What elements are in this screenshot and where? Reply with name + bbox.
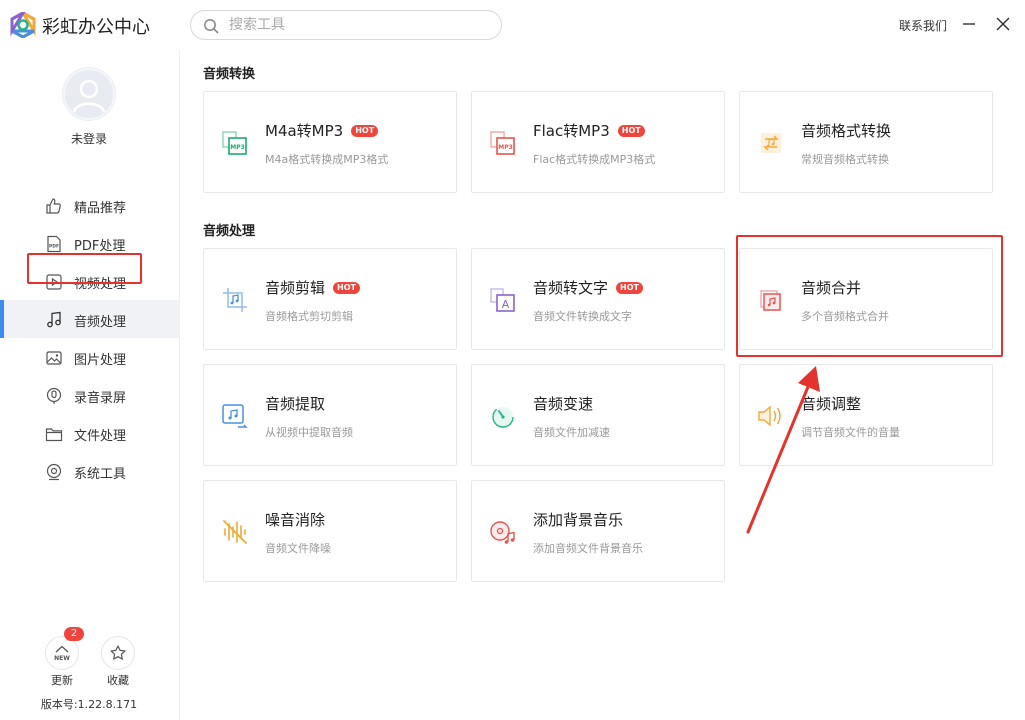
contact-us-link[interactable]: 联系我们: [899, 17, 947, 34]
card-title: 音频转文字: [533, 279, 609, 297]
hot-badge: HOT: [333, 282, 360, 294]
card-description: 音频格式剪切剪辑: [265, 310, 353, 323]
card-description: 从视频中提取音频: [265, 426, 353, 439]
update-label: 更新: [51, 674, 73, 687]
sidebar-item-label: 精品推荐: [74, 201, 127, 216]
login-status: 未登录: [70, 132, 107, 146]
card-title: 音频格式转换: [801, 122, 892, 140]
annotation-box-audio-merge: [736, 235, 1003, 357]
hot-badge: HOT: [351, 125, 379, 137]
favorite-label: 收藏: [107, 674, 129, 687]
card-title: 添加背景音乐: [533, 511, 624, 529]
sidebar-item-audio[interactable]: 音频处理: [0, 300, 179, 338]
search-icon: [204, 19, 219, 34]
card-title: 噪音消除: [265, 511, 326, 529]
minimize-icon[interactable]: [960, 15, 978, 33]
svg-text:NEW: NEW: [54, 655, 70, 662]
annotation-box-sidebar: [27, 253, 142, 284]
sidebar: 未登录 精品推荐 PDF PDF处理 视频处理 音频处理 图片处理 录音录屏 文…: [0, 50, 180, 720]
update-button[interactable]: NEW: [45, 636, 79, 670]
sidebar-item-system-tools[interactable]: 系统工具: [0, 452, 179, 490]
search-input[interactable]: [229, 15, 489, 35]
section-title-audio-process: 音频处理: [203, 224, 256, 239]
svg-text:PDF: PDF: [49, 244, 59, 250]
system-tools-icon: [46, 463, 62, 481]
search-box[interactable]: [190, 10, 502, 40]
audio-extract-icon: [222, 404, 248, 428]
sidebar-item-image[interactable]: 图片处理: [0, 338, 179, 376]
star-icon: [110, 645, 126, 660]
m4a-to-mp3-icon: MP3: [222, 131, 247, 155]
card-title: 音频剪辑: [265, 279, 326, 297]
audio-convert-icon: [761, 133, 781, 153]
card-description: 添加音频文件背景音乐: [533, 542, 643, 555]
tool-card-flac-to-mp3[interactable]: MP3 Flac转MP3 HOT Flac格式转换成MP3格式: [471, 91, 725, 193]
svg-text:MP3: MP3: [230, 144, 245, 151]
section-title-audio-convert: 音频转换: [203, 67, 256, 82]
music-note-icon: [47, 311, 61, 328]
user-icon: [72, 79, 106, 113]
card-title: M4a转MP3: [265, 122, 344, 140]
hot-badge: HOT: [617, 125, 645, 137]
title-bar: 彩虹办公中心 联系我们: [0, 0, 1025, 50]
app-logo-icon: [10, 12, 36, 38]
audio-cut-icon: [223, 288, 247, 312]
flac-to-mp3-icon: MP3: [490, 131, 515, 155]
folder-icon: [45, 428, 63, 442]
sidebar-item-label: 图片处理: [74, 353, 127, 368]
microphone-icon: [46, 387, 62, 404]
card-title: 音频提取: [265, 395, 326, 413]
audio-speed-icon: [492, 406, 514, 428]
tool-card-audio-extract[interactable]: 音频提取 从视频中提取音频: [203, 364, 457, 466]
sidebar-item-file[interactable]: 文件处理: [0, 414, 179, 452]
svg-text:A: A: [502, 298, 510, 311]
tool-card-audio-cut[interactable]: 音频剪辑 HOT 音频格式剪切剪辑: [203, 248, 457, 350]
version-text: 版本号:1.22.8.171: [40, 698, 138, 711]
update-count-badge: 2: [64, 627, 84, 641]
card-title: 音频变速: [533, 395, 594, 413]
card-title: Flac转MP3: [533, 122, 610, 140]
sidebar-item-label: 录音录屏: [74, 391, 127, 406]
favorite-button[interactable]: [101, 636, 135, 670]
card-description: Flac格式转换成MP3格式: [533, 153, 656, 166]
card-description: M4a格式转换成MP3格式: [265, 153, 389, 166]
tool-card-audio-to-text[interactable]: A 音频转文字 HOT 音频文件转换成文字: [471, 248, 725, 350]
close-icon[interactable]: [994, 15, 1012, 33]
sidebar-item-label: 音频处理: [74, 315, 127, 330]
hot-badge: HOT: [616, 282, 643, 294]
card-description: 音频文件降噪: [265, 542, 331, 555]
card-description: 常规音频格式转换: [801, 153, 889, 166]
tool-card-m4a-to-mp3[interactable]: MP3 M4a转MP3 HOT M4a格式转换成MP3格式: [203, 91, 457, 193]
audio-to-text-icon: A: [490, 288, 515, 312]
pdf-icon: PDF: [47, 235, 61, 253]
thumbs-up-icon: [46, 198, 61, 214]
tool-card-audio-format-convert[interactable]: 音频格式转换 常规音频格式转换: [739, 91, 993, 193]
sidebar-item-recommended[interactable]: 精品推荐: [0, 186, 179, 224]
tool-card-background-music[interactable]: 添加背景音乐 添加音频文件背景音乐: [471, 480, 725, 582]
tool-card-noise-reduction[interactable]: 噪音消除 音频文件降噪: [203, 480, 457, 582]
image-icon: [46, 351, 62, 365]
annotation-arrow-icon: [746, 366, 820, 534]
noise-reduction-icon: [223, 520, 247, 544]
avatar[interactable]: [63, 68, 115, 120]
sidebar-item-label: 文件处理: [74, 429, 127, 444]
card-description: 音频文件加减速: [533, 426, 610, 439]
card-description: 音频文件转换成文字: [533, 310, 632, 323]
update-new-icon: NEW: [54, 645, 70, 662]
background-music-icon: [490, 521, 515, 544]
app-name: 彩虹办公中心: [42, 17, 150, 38]
app-window: 彩虹办公中心 联系我们 未登录: [0, 0, 1025, 720]
svg-text:MP3: MP3: [498, 144, 513, 151]
sidebar-item-label: 系统工具: [74, 467, 127, 482]
sidebar-item-recording[interactable]: 录音录屏: [0, 376, 179, 414]
sidebar-item-label: PDF处理: [74, 239, 126, 254]
tool-card-audio-speed[interactable]: 音频变速 音频文件加减速: [471, 364, 725, 466]
